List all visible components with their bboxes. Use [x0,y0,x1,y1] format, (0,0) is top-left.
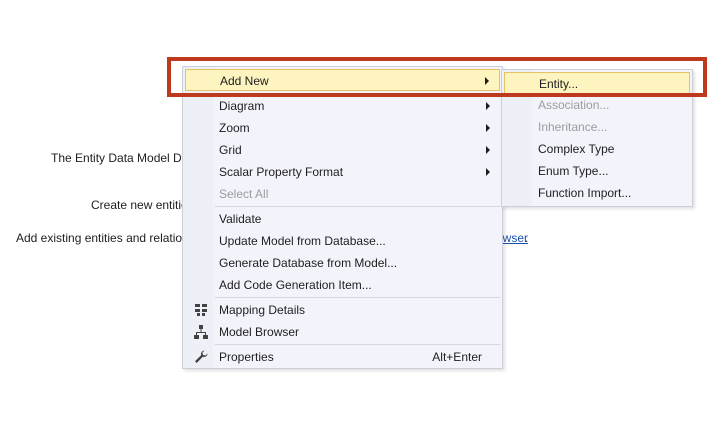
menu-item-properties[interactable]: Properties Alt+Enter [185,346,500,368]
submenu-item-function-import[interactable]: Function Import... [504,182,690,204]
model-browser-icon [193,324,209,340]
menu-item-label: Diagram [219,99,265,113]
menu-item-diagram[interactable]: Diagram [185,95,500,117]
designer-text-period: . [525,231,529,245]
menu-separator [215,206,500,207]
menu-item-label: Properties [219,350,274,364]
menu-item-update-model[interactable]: Update Model from Database... [185,230,500,252]
submenu-arrow-icon [486,124,490,132]
menu-item-label: Function Import... [538,186,632,200]
submenu-arrow-icon [486,146,490,154]
menu-item-label: Association... [538,98,610,112]
menu-item-label: Add Code Generation Item... [219,278,372,292]
menu-item-label: Generate Database from Model... [219,256,398,270]
menu-item-select-all: Select All [185,183,500,205]
menu-item-label: Validate [219,212,262,226]
menu-item-mapping-details[interactable]: Mapping Details [185,299,500,321]
menu-item-label: Mapping Details [219,303,306,317]
submenu-item-complex-type[interactable]: Complex Type [504,138,690,160]
menu-item-generate-database[interactable]: Generate Database from Model... [185,252,500,274]
menu-separator [215,297,500,298]
menu-item-zoom[interactable]: Zoom [185,117,500,139]
menu-item-scalar-property-format[interactable]: Scalar Property Format [185,161,500,183]
submenu-arrow-icon [486,102,490,110]
designer-text-line-2: Create new entitie [91,198,188,212]
menu-item-validate[interactable]: Validate [185,208,500,230]
menu-item-label: Zoom [219,121,250,135]
mapping-details-icon [193,302,209,318]
menu-item-label: Enum Type... [538,164,609,178]
designer-text-line-1: The Entity Data Model De [51,151,189,165]
menu-item-label: Select All [219,187,269,201]
menu-item-label: Model Browser [219,325,300,339]
menu-item-model-browser[interactable]: Model Browser [185,321,500,343]
menu-item-label: Scalar Property Format [219,165,344,179]
designer-text-line-3: Add existing entities and relatio [16,231,183,245]
wrench-icon [193,349,209,365]
submenu-arrow-icon [486,168,490,176]
submenu-item-association: Association... [504,94,690,116]
menu-item-grid[interactable]: Grid [185,139,500,161]
menu-item-shortcut: Alt+Enter [432,350,482,364]
menu-separator [215,344,500,345]
menu-item-add-code-generation[interactable]: Add Code Generation Item... [185,274,500,296]
annotation-highlight-box [167,57,707,97]
menu-item-label: Update Model from Database... [219,234,386,248]
menu-item-label: Complex Type [538,142,615,156]
submenu-item-enum-type[interactable]: Enum Type... [504,160,690,182]
menu-item-label: Grid [219,143,242,157]
context-menu: Add New Diagram Zoom Grid Scalar Propert… [182,66,503,369]
submenu-item-inheritance: Inheritance... [504,116,690,138]
menu-item-label: Inheritance... [538,120,608,134]
